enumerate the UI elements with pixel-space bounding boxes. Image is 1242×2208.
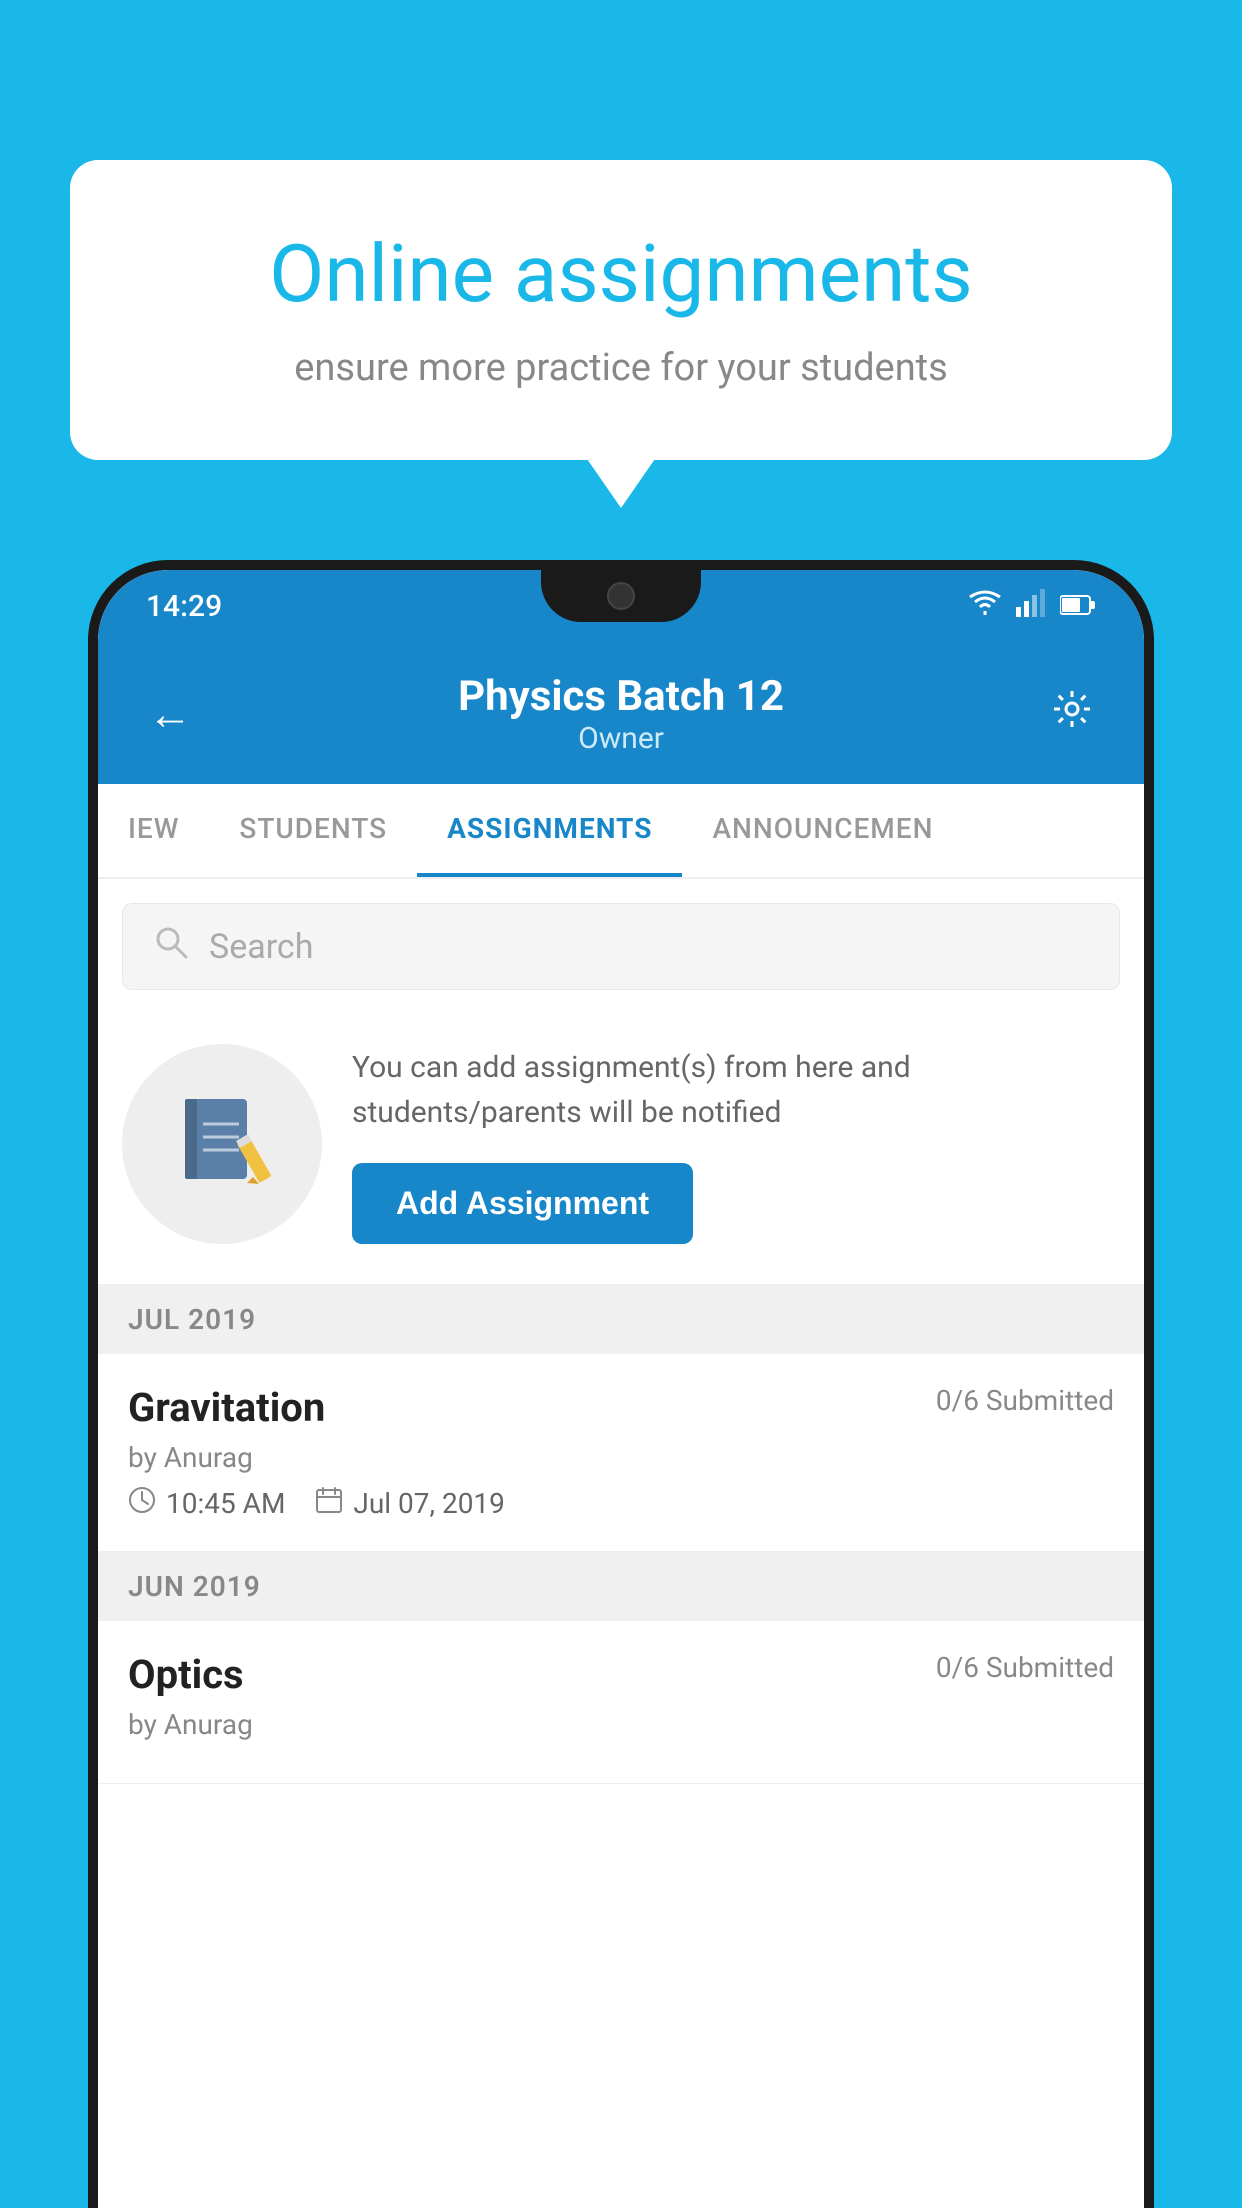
signal-icon [1016, 589, 1046, 624]
status-time: 14:29 [146, 589, 222, 624]
content-area: Search [98, 879, 1144, 1784]
status-icons [968, 589, 1096, 624]
assignment-info-text: You can add assignment(s) from here and … [352, 1045, 1120, 1135]
add-assignment-section: You can add assignment(s) from here and … [98, 1014, 1144, 1285]
assignment-item-gravitation[interactable]: Gravitation 0/6 Submitted by Anurag [98, 1354, 1144, 1552]
assignment-date-value: Jul 07, 2019 [353, 1487, 505, 1520]
speech-bubble: Online assignments ensure more practice … [70, 160, 1172, 460]
tabs-bar: IEW STUDENTS ASSIGNMENTS ANNOUNCEMEN [98, 784, 1144, 879]
assignment-item-optics[interactable]: Optics 0/6 Submitted by Anurag [98, 1621, 1144, 1784]
battery-icon [1060, 590, 1096, 623]
clock-icon [128, 1486, 156, 1521]
assignment-row-top: Gravitation 0/6 Submitted [128, 1384, 1114, 1431]
phone-frame: 14:29 [88, 560, 1154, 2208]
header-subtitle: Owner [192, 721, 1050, 756]
tab-announcements[interactable]: ANNOUNCEMEN [682, 784, 963, 877]
back-button[interactable]: ← [148, 688, 192, 740]
promo-subtitle: ensure more practice for your students [150, 346, 1092, 390]
assignment-meta: 10:45 AM Jul 07, 2019 [128, 1486, 1114, 1521]
settings-icon[interactable] [1050, 687, 1094, 742]
assignment-info: You can add assignment(s) from here and … [352, 1045, 1120, 1244]
assignment-by: by Anurag [128, 1441, 1114, 1474]
wifi-icon [968, 589, 1002, 624]
front-camera [607, 582, 635, 610]
assignment-date: Jul 07, 2019 [315, 1486, 505, 1521]
month-header-jun: JUN 2019 [98, 1552, 1144, 1621]
app-header: ← Physics Batch 12 Owner [98, 642, 1144, 784]
add-assignment-button[interactable]: Add Assignment [352, 1163, 693, 1244]
search-placeholder: Search [209, 927, 313, 967]
header-title: Physics Batch 12 [192, 672, 1050, 721]
tab-assignments[interactable]: ASSIGNMENTS [417, 784, 682, 877]
assignment-time-value: 10:45 AM [166, 1487, 285, 1520]
notebook-icon [167, 1089, 277, 1199]
assignment-row-top-optics: Optics 0/6 Submitted [128, 1651, 1114, 1698]
phone-screen: 14:29 [98, 570, 1144, 2208]
search-icon [153, 924, 189, 969]
calendar-icon [315, 1486, 343, 1521]
phone-notch [541, 570, 701, 622]
tab-iew[interactable]: IEW [98, 784, 209, 877]
assignment-submitted: 0/6 Submitted [936, 1384, 1114, 1417]
assignment-name-optics: Optics [128, 1651, 244, 1698]
assignment-by-optics: by Anurag [128, 1708, 1114, 1741]
tab-students[interactable]: STUDENTS [209, 784, 417, 877]
search-bar[interactable]: Search [122, 903, 1120, 990]
assignment-submitted-optics: 0/6 Submitted [936, 1651, 1114, 1684]
promo-title: Online assignments [150, 230, 1092, 318]
header-title-block: Physics Batch 12 Owner [192, 672, 1050, 756]
assignment-time: 10:45 AM [128, 1486, 285, 1521]
notebook-icon-wrap [122, 1044, 322, 1244]
month-header-jul: JUL 2019 [98, 1285, 1144, 1354]
assignment-name: Gravitation [128, 1384, 325, 1431]
promo-section: Online assignments ensure more practice … [70, 160, 1172, 460]
